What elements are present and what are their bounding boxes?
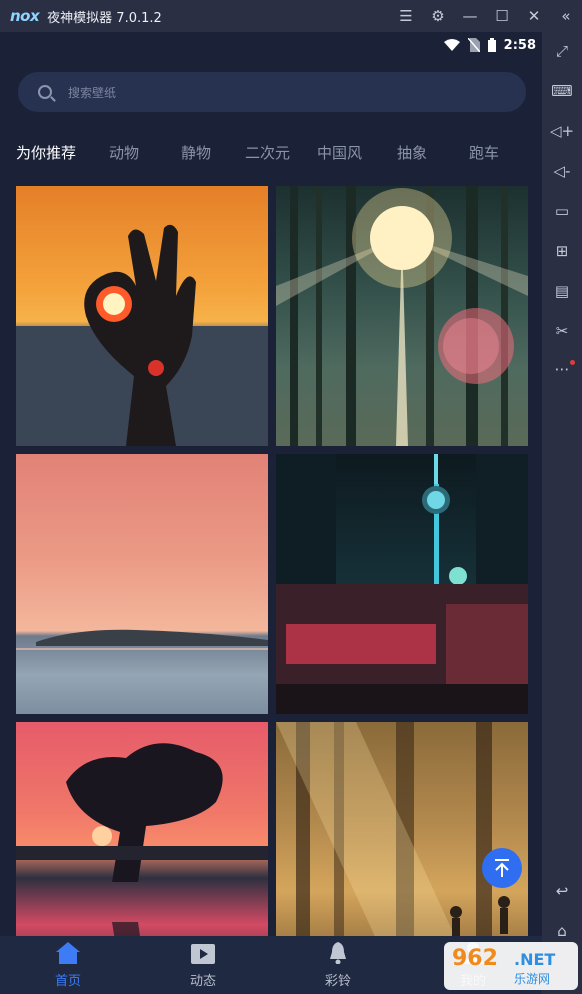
- video-icon: [191, 944, 215, 964]
- emulator-titlebar: nox 夜神模拟器 7.0.1.2 ☰ ⚙ — ☐ ✕ «: [0, 0, 582, 32]
- search-icon: [38, 85, 52, 99]
- wallpaper-tile[interactable]: [276, 454, 528, 714]
- gear-icon[interactable]: ⚙: [422, 7, 454, 25]
- site-watermark: 962 .NET 乐游网: [444, 942, 578, 990]
- home-icon[interactable]: ⌂: [542, 922, 582, 940]
- watermark-cn: 乐游网: [514, 972, 551, 986]
- status-bar: 2:58: [443, 36, 536, 54]
- close-icon[interactable]: ✕: [518, 7, 550, 25]
- tab-animals[interactable]: 动物: [109, 142, 139, 163]
- tab-abstract[interactable]: 抽象: [397, 142, 427, 163]
- tab-sports-cars[interactable]: 跑车: [469, 142, 499, 163]
- tab-anime[interactable]: 二次元: [245, 142, 290, 163]
- volume-up-icon[interactable]: ◁+: [542, 122, 582, 140]
- emulator-sidebar: ⤢ ⌨ ◁+ ◁- ▭ ⊞ ▤ ✂ ⋯ ↩ ⌂: [542, 32, 582, 994]
- notification-dot: [570, 360, 575, 365]
- wallpaper-pink-sea-island: [16, 629, 268, 650]
- maximize-icon[interactable]: ☐: [486, 7, 518, 25]
- arrow-up-icon: [495, 859, 509, 877]
- wallpaper-hand-ok-sunset: [16, 224, 268, 446]
- no-sim-icon: [467, 38, 480, 52]
- wifi-icon: [443, 39, 460, 51]
- collapse-icon[interactable]: «: [550, 7, 582, 25]
- home-icon: [56, 942, 80, 964]
- wallpaper-oriental-pearl-tower-night: [276, 454, 528, 714]
- watermark-net: .NET: [514, 950, 556, 969]
- clear-cache-icon[interactable]: ▤: [542, 282, 582, 300]
- battery-icon: [487, 38, 496, 52]
- wallpaper-tile[interactable]: [16, 186, 268, 446]
- search-bar[interactable]: 搜索壁纸: [18, 72, 526, 112]
- window-title: 夜神模拟器 7.0.1.2: [47, 10, 162, 26]
- screen-icon[interactable]: ▭: [542, 202, 582, 220]
- nav-ringtones[interactable]: 彩铃: [298, 936, 378, 994]
- phone-screen: 2:58 搜索壁纸 为你推荐 动物 静物 二次元 中国风 抽象 跑车 首页 动态…: [0, 32, 542, 994]
- tab-still-life[interactable]: 静物: [181, 142, 211, 163]
- minimize-icon[interactable]: —: [454, 7, 486, 25]
- status-time: 2:58: [503, 37, 536, 53]
- volume-down-icon[interactable]: ◁-: [542, 162, 582, 180]
- scissors-icon[interactable]: ✂: [542, 322, 582, 340]
- nox-logo: nox: [10, 7, 40, 25]
- nav-feed[interactable]: 动态: [163, 936, 243, 994]
- watermark-number: 962: [452, 946, 498, 971]
- keyboard-icon[interactable]: ⌨: [542, 82, 582, 100]
- nav-home[interactable]: 首页: [28, 936, 108, 994]
- window-controls: ☰ ⚙ — ☐ ✕ «: [390, 0, 582, 32]
- nav-ringtones-label: 彩铃: [324, 974, 351, 989]
- search-placeholder: 搜索壁纸: [68, 85, 117, 100]
- apk-install-icon[interactable]: ⊞: [542, 242, 582, 260]
- menu-icon[interactable]: ☰: [390, 7, 422, 25]
- scroll-to-top-button[interactable]: [482, 848, 522, 888]
- more-icon[interactable]: ⋯: [542, 360, 582, 378]
- tab-recommended[interactable]: 为你推荐: [16, 142, 76, 163]
- wallpaper-tile[interactable]: [16, 454, 268, 714]
- bell-icon: [330, 942, 346, 964]
- wallpaper-tile[interactable]: [276, 186, 528, 446]
- category-tabs: 为你推荐 动物 静物 二次元 中国风 抽象 跑车: [16, 142, 526, 164]
- back-icon[interactable]: ↩: [542, 882, 582, 900]
- tab-chinese-style[interactable]: 中国风: [317, 142, 362, 163]
- nav-home-label: 首页: [54, 974, 81, 989]
- wallpaper-forest-sunburst: [276, 186, 528, 446]
- fullscreen-icon[interactable]: ⤢: [542, 42, 582, 60]
- nav-feed-label: 动态: [189, 974, 216, 989]
